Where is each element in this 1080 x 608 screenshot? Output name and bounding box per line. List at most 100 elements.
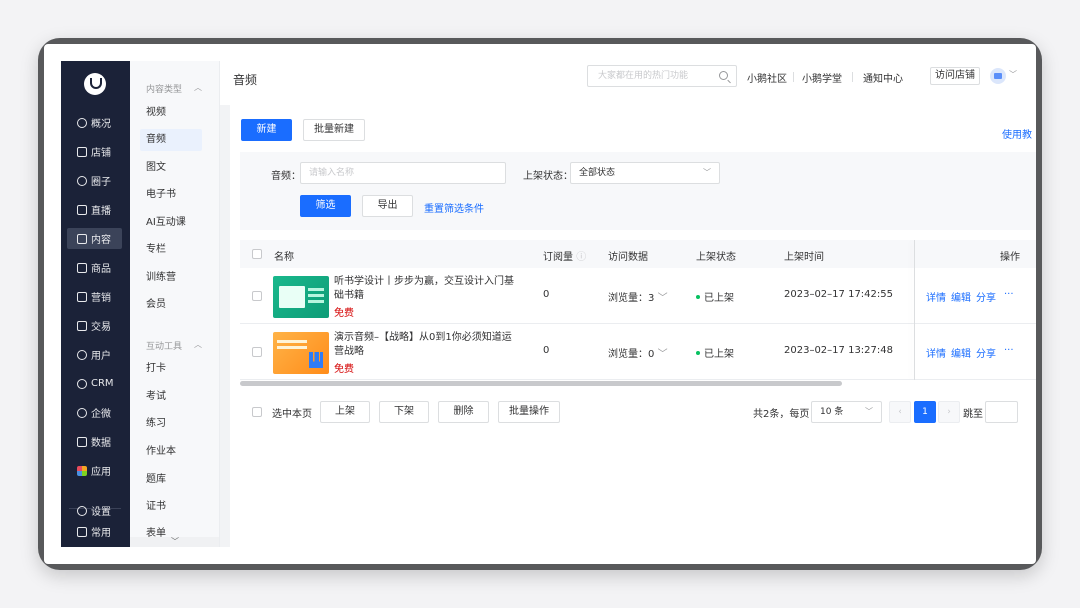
batch-new-button[interactable]: 批量新建 (303, 119, 365, 141)
chevron-down-icon: ﹀ (703, 168, 711, 177)
horizontal-scrollbar[interactable] (240, 381, 842, 386)
submenu-item-ebook[interactable]: 电子书 (140, 184, 202, 206)
status-dot (696, 351, 700, 355)
submenu-group-interactive-tools[interactable]: 互动工具 (146, 339, 182, 352)
prev-page-button[interactable]: ‹ (889, 401, 911, 423)
new-button[interactable]: 新建 (241, 119, 292, 141)
submenu-item-video[interactable]: 视频 (140, 102, 202, 124)
chevron-down-icon[interactable]: ﹀ (1009, 69, 1017, 80)
submenu-item-ai-course[interactable]: AI互动课 (140, 212, 202, 234)
chevron-up-icon[interactable]: ︿ (194, 82, 202, 93)
page-title: 音频 (233, 73, 258, 87)
edit-link[interactable]: 编辑 (951, 345, 971, 360)
table-header: 名称 订阅量 ⓘ 访问数据 上架状态 上架时间 操作 (240, 240, 1036, 268)
fixed-column-divider (914, 240, 915, 380)
detail-link[interactable]: 详情 (926, 289, 946, 304)
submenu-group-content-type[interactable]: 内容类型 (146, 82, 182, 95)
nav-item-settings[interactable]: 设置 (67, 500, 122, 521)
secondary-menu: 内容类型 ︿ 视频 音频 图文 电子书 AI互动课 专栏 训练营 会员 互动工具… (130, 61, 220, 547)
submenu-item-article[interactable]: 图文 (140, 157, 202, 179)
submenu-item-audio[interactable]: 音频 (140, 129, 202, 151)
batch-delete-button[interactable]: 删除 (438, 401, 489, 423)
submenu-item-question-bank[interactable]: 题库 (140, 469, 202, 491)
more-icon[interactable]: ··· (1004, 345, 1014, 356)
info-icon[interactable]: ⓘ (576, 252, 586, 263)
link-notifications[interactable]: 通知中心 (863, 70, 903, 85)
submenu-item-member[interactable]: 会员 (140, 294, 202, 316)
submenu-item-homework[interactable]: 作业本 (140, 441, 202, 463)
submenu-item-camp[interactable]: 训练营 (140, 267, 202, 289)
nav-item-content[interactable]: 内容 (67, 228, 122, 249)
search-input[interactable]: 大家都在用的热门功能 (587, 65, 737, 87)
avatar[interactable] (990, 68, 1006, 84)
link-academy[interactable]: 小鹅学堂 (802, 70, 842, 85)
search-icon[interactable] (719, 71, 728, 80)
next-page-button[interactable]: › (938, 401, 960, 423)
export-button[interactable]: 导出 (362, 195, 413, 217)
reset-filter-link[interactable]: 重置筛选条件 (424, 200, 484, 215)
views-dropdown[interactable]: 浏览量：0 ﹀ (608, 345, 668, 360)
help-link[interactable]: 使用教 (1002, 126, 1032, 141)
views-value: 浏览量：3 (608, 293, 655, 304)
batch-down-button[interactable]: 下架 (379, 401, 429, 423)
nav-item-trade[interactable]: 交易 (67, 315, 122, 336)
page-size-select[interactable]: 10 条 ﹀ (811, 401, 882, 423)
submenu-item-certificate[interactable]: 证书 (140, 496, 202, 518)
chevron-down-icon[interactable]: ﹀ (130, 537, 219, 547)
select-all-checkbox[interactable] (252, 249, 262, 259)
jump-page-input[interactable] (985, 401, 1018, 423)
submenu-item-exam[interactable]: 考试 (140, 386, 202, 408)
column-header-operations: 操作 (1000, 252, 1020, 263)
audio-cover-image[interactable] (273, 276, 329, 318)
nav-item-common[interactable]: 常用 (67, 521, 122, 542)
page-button-current[interactable]: 1 (914, 401, 936, 423)
more-icon[interactable]: ··· (1004, 289, 1014, 300)
divider (852, 72, 853, 82)
nav-item-overview[interactable]: 概况 (67, 112, 122, 133)
audio-name-input[interactable]: 请输入名称 (300, 162, 506, 184)
submenu-item-checkin[interactable]: 打卡 (140, 358, 202, 380)
divider (793, 72, 794, 82)
status-select[interactable]: 全部状态 ﹀ (570, 162, 720, 184)
nav-item-apps[interactable]: 应用 (67, 460, 122, 481)
audio-cover-image[interactable] (273, 332, 329, 374)
list-icon (77, 526, 87, 537)
row-checkbox[interactable] (252, 347, 262, 357)
app-logo-icon[interactable] (84, 73, 106, 95)
price-label: 免费 (334, 364, 354, 375)
submenu-item-column[interactable]: 专栏 (140, 239, 202, 261)
audio-title[interactable]: 听书学设计丨步步为赢，交互设计入门基础书籍 (334, 275, 514, 303)
submenu-item-practice[interactable]: 练习 (140, 413, 202, 435)
column-header-subscriptions-label: 订阅量 (543, 252, 573, 263)
apps-icon (77, 465, 87, 476)
nav-item-community[interactable]: 圈子 (67, 170, 122, 191)
edit-link[interactable]: 编辑 (951, 289, 971, 304)
select-page-checkbox[interactable] (252, 407, 262, 417)
link-community[interactable]: 小鹅社区 (747, 70, 787, 85)
batch-up-button[interactable]: 上架 (320, 401, 370, 423)
store-icon (77, 146, 87, 157)
row-checkbox[interactable] (252, 291, 262, 301)
share-link[interactable]: 分享 (976, 345, 996, 360)
nav-item-user[interactable]: 用户 (67, 344, 122, 365)
detail-link[interactable]: 详情 (926, 345, 946, 360)
status-text: 已上架 (704, 293, 734, 304)
nav-item-goods[interactable]: 商品 (67, 257, 122, 278)
views-dropdown[interactable]: 浏览量：3 ﹀ (608, 289, 668, 304)
nav-item-crm[interactable]: CRM (67, 373, 122, 394)
share-link[interactable]: 分享 (976, 289, 996, 304)
visit-store-button[interactable]: 访问店铺 (930, 67, 980, 85)
batch-operations-button[interactable]: 批量操作 (498, 401, 560, 423)
jump-label: 跳至 (963, 409, 983, 420)
filter-button[interactable]: 筛选 (300, 195, 351, 217)
nav-item-live[interactable]: 直播 (67, 199, 122, 220)
nav-item-store[interactable]: 店铺 (67, 141, 122, 162)
total-count: 共2条，每页 (753, 409, 810, 420)
nav-item-data[interactable]: 数据 (67, 431, 122, 452)
chevron-up-icon[interactable]: ︿ (194, 339, 202, 350)
nav-item-marketing[interactable]: 营销 (67, 286, 122, 307)
price-label: 免费 (334, 308, 354, 319)
content-icon (77, 233, 87, 244)
nav-item-wecom[interactable]: 企微 (67, 402, 122, 423)
audio-title[interactable]: 演示音频–【战略】从0到1你必须知道运营战略 (334, 331, 514, 359)
